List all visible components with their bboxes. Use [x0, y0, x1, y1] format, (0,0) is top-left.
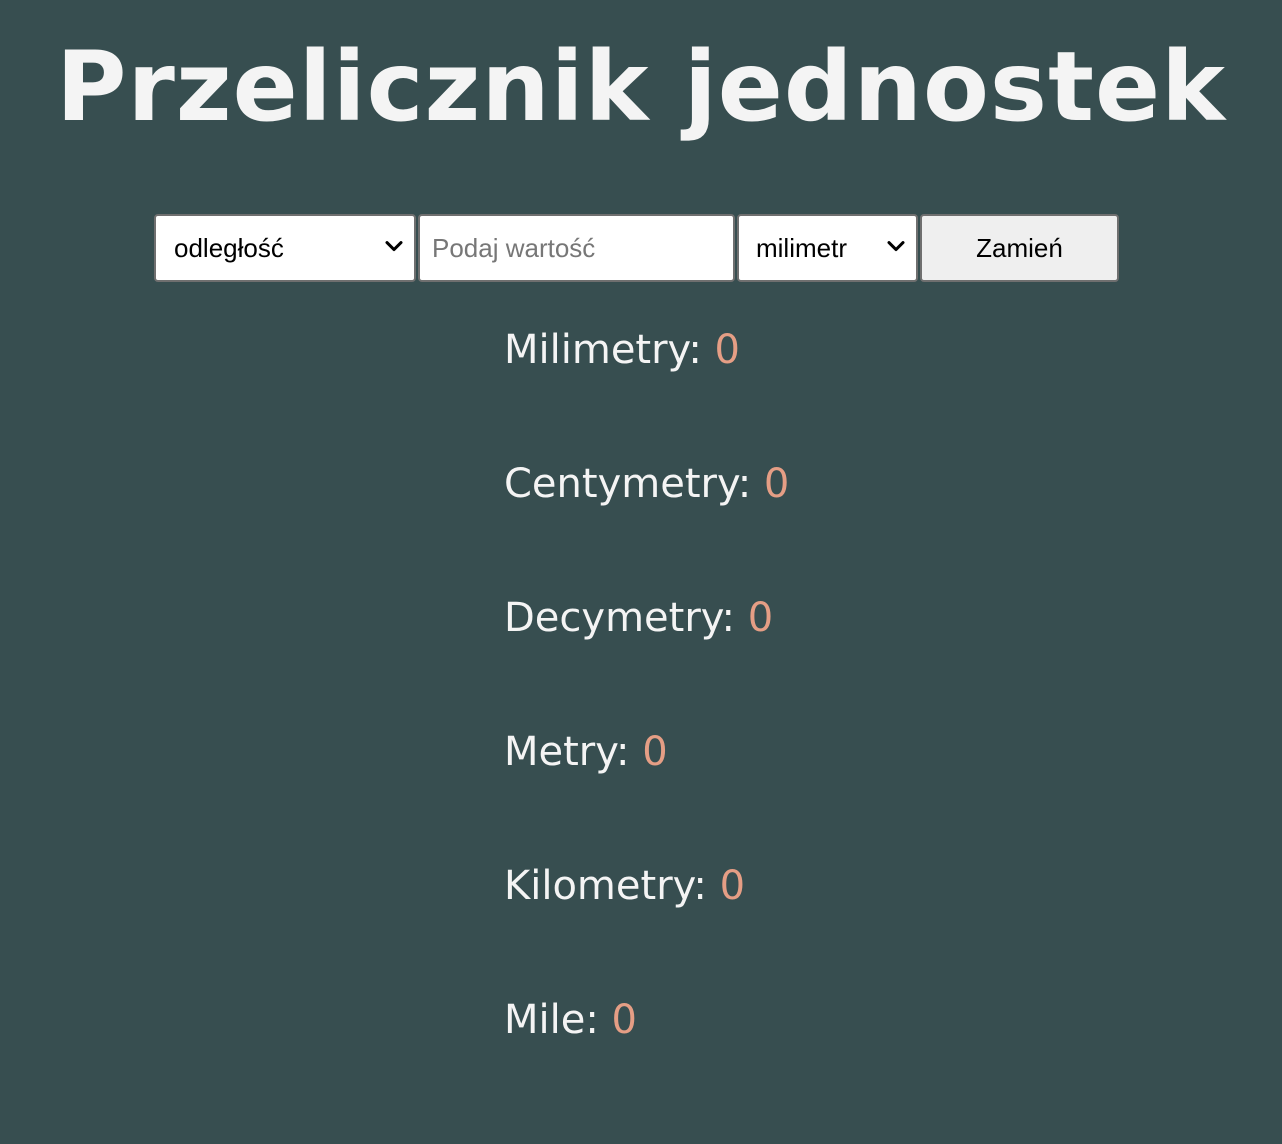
result-value: 0: [611, 997, 637, 1043]
result-row-millimeters: Milimetry: 0: [504, 318, 789, 452]
result-label: Centymetry:: [504, 461, 752, 507]
result-value: 0: [642, 729, 668, 775]
result-value: 0: [719, 863, 746, 909]
result-label: Kilometry:: [504, 863, 707, 909]
result-row-meters: Metry: 0: [504, 720, 789, 854]
unit-select-value: milimetr: [756, 232, 847, 263]
result-label: Metry:: [504, 729, 630, 775]
chevron-down-icon: [385, 241, 403, 252]
result-label: Mile:: [504, 997, 599, 1043]
chevron-down-icon: [887, 241, 905, 252]
result-row-decimeters: Decymetry: 0: [504, 586, 789, 720]
result-value: 0: [763, 461, 790, 507]
result-value: 0: [714, 327, 740, 373]
category-select-value: odległość: [174, 232, 284, 263]
converter-controls: odległość Podaj wartość milimetr Zamień: [154, 214, 1119, 282]
page-title: Przelicznik jednostek: [56, 31, 1226, 143]
category-select[interactable]: odległość: [154, 214, 416, 282]
result-label: Milimetry:: [504, 327, 702, 373]
swap-button[interactable]: Zamień: [920, 214, 1119, 282]
value-input-placeholder: Podaj wartość: [432, 232, 596, 263]
results-list: Milimetry: 0 Centymetry: 0 Decymetry: 0 …: [504, 318, 789, 1122]
result-row-kilometers: Kilometry: 0: [504, 854, 789, 988]
result-value: 0: [747, 595, 774, 641]
result-row-miles: Mile: 0: [504, 988, 789, 1122]
unit-select[interactable]: milimetr: [737, 214, 918, 282]
value-input[interactable]: Podaj wartość: [418, 214, 735, 282]
result-label: Decymetry:: [504, 595, 736, 641]
result-row-centimeters: Centymetry: 0: [504, 452, 789, 586]
